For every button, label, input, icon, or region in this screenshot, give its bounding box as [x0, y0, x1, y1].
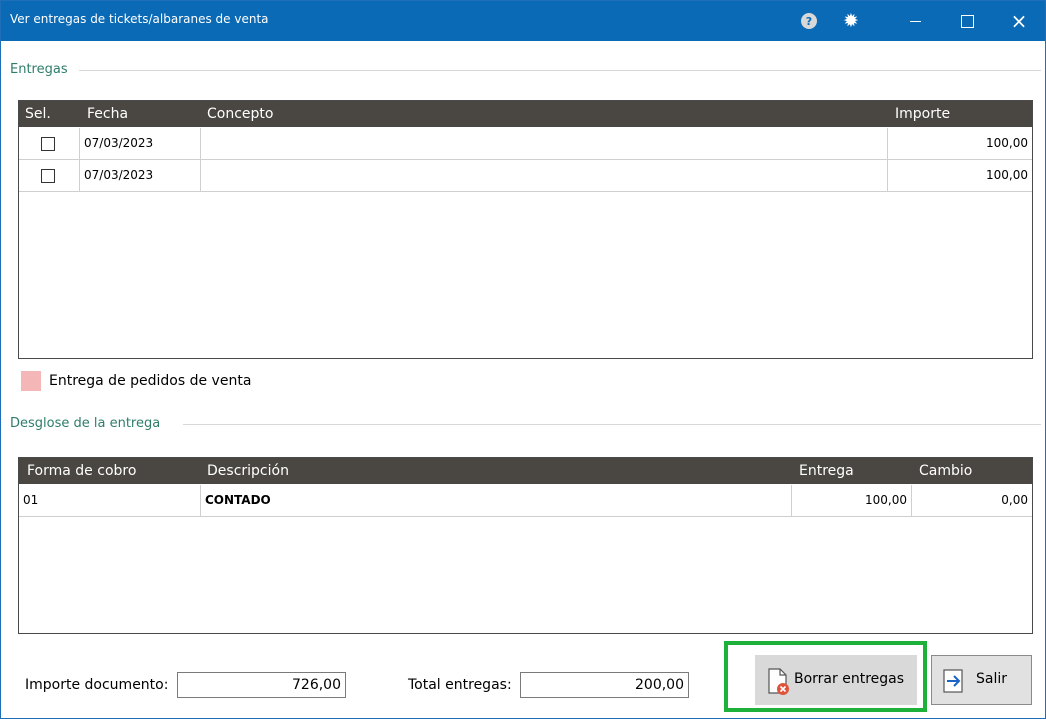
- help-icon: ?: [801, 13, 817, 29]
- fecha-cell: 07/03/2023: [80, 128, 201, 159]
- row-checkbox[interactable]: [41, 169, 55, 183]
- desglose-section-title: Desglose de la entrega: [10, 416, 161, 431]
- total-entregas-field[interactable]: 200,00: [520, 672, 689, 698]
- close-button[interactable]: ×: [993, 1, 1045, 41]
- col-forma-cobro[interactable]: Forma de cobro: [27, 463, 136, 479]
- help-button[interactable]: ?: [789, 1, 829, 41]
- sel-cell: [19, 128, 80, 159]
- concepto-cell: [201, 128, 888, 159]
- descripcion-cell: CONTADO: [201, 485, 792, 516]
- importe-cell: 100,00: [986, 136, 1028, 150]
- section-divider: [183, 424, 1041, 425]
- legend-label: Entrega de pedidos de venta: [49, 373, 252, 389]
- col-cambio[interactable]: Cambio: [919, 463, 972, 479]
- table-row[interactable]: 01 CONTADO 100,00 0,00: [19, 485, 1032, 517]
- section-divider: [79, 70, 1041, 71]
- exit-arrow-icon: [943, 669, 963, 693]
- settings-button[interactable]: ✹: [829, 1, 873, 41]
- sel-cell: [19, 160, 80, 191]
- maximize-button[interactable]: [941, 1, 993, 41]
- entregas-grid[interactable]: Sel. Fecha Concepto Importe 07/03/2023 1…: [18, 100, 1033, 359]
- importe-documento-label: Importe documento:: [25, 677, 169, 693]
- maximize-icon: [960, 14, 974, 28]
- desglose-grid[interactable]: Forma de cobro Descripción Entrega Cambi…: [18, 457, 1033, 634]
- close-icon: ×: [1010, 9, 1028, 33]
- salir-label: Salir: [976, 671, 1008, 687]
- minimize-icon: [909, 20, 921, 22]
- importe-documento-field[interactable]: 726,00: [177, 672, 346, 698]
- concepto-cell: [201, 160, 888, 191]
- col-entrega[interactable]: Entrega: [799, 463, 854, 479]
- col-fecha[interactable]: Fecha: [87, 106, 128, 122]
- minimize-button[interactable]: [889, 1, 941, 41]
- entregas-section-title: Entregas: [10, 62, 68, 77]
- entregas-grid-header: Sel. Fecha Concepto Importe: [19, 101, 1032, 127]
- gear-icon: ✹: [843, 10, 859, 32]
- window-title: Ver entregas de tickets/albaranes de ven…: [10, 12, 269, 26]
- forma-cell: 01: [19, 485, 201, 516]
- col-sel[interactable]: Sel.: [25, 106, 51, 122]
- main-window: Ver entregas de tickets/albaranes de ven…: [0, 0, 1046, 719]
- highlight-box: [724, 641, 927, 712]
- cambio-cell: 0,00: [1001, 493, 1028, 507]
- table-row[interactable]: 07/03/2023 100,00: [19, 128, 1032, 160]
- col-descripcion[interactable]: Descripción: [207, 463, 289, 479]
- total-entregas-label: Total entregas:: [408, 677, 512, 693]
- salir-button[interactable]: Salir: [931, 655, 1032, 705]
- legend-swatch: [21, 371, 41, 391]
- desglose-grid-header: Forma de cobro Descripción Entrega Cambi…: [19, 458, 1032, 484]
- importe-cell: 100,00: [986, 168, 1028, 182]
- fecha-cell: 07/03/2023: [80, 160, 201, 191]
- col-concepto[interactable]: Concepto: [207, 106, 273, 122]
- col-importe[interactable]: Importe: [895, 106, 950, 122]
- entrega-cell: 100,00: [792, 485, 912, 516]
- row-checkbox[interactable]: [41, 137, 55, 151]
- title-bar[interactable]: Ver entregas de tickets/albaranes de ven…: [1, 1, 1045, 41]
- table-row[interactable]: 07/03/2023 100,00: [19, 160, 1032, 192]
